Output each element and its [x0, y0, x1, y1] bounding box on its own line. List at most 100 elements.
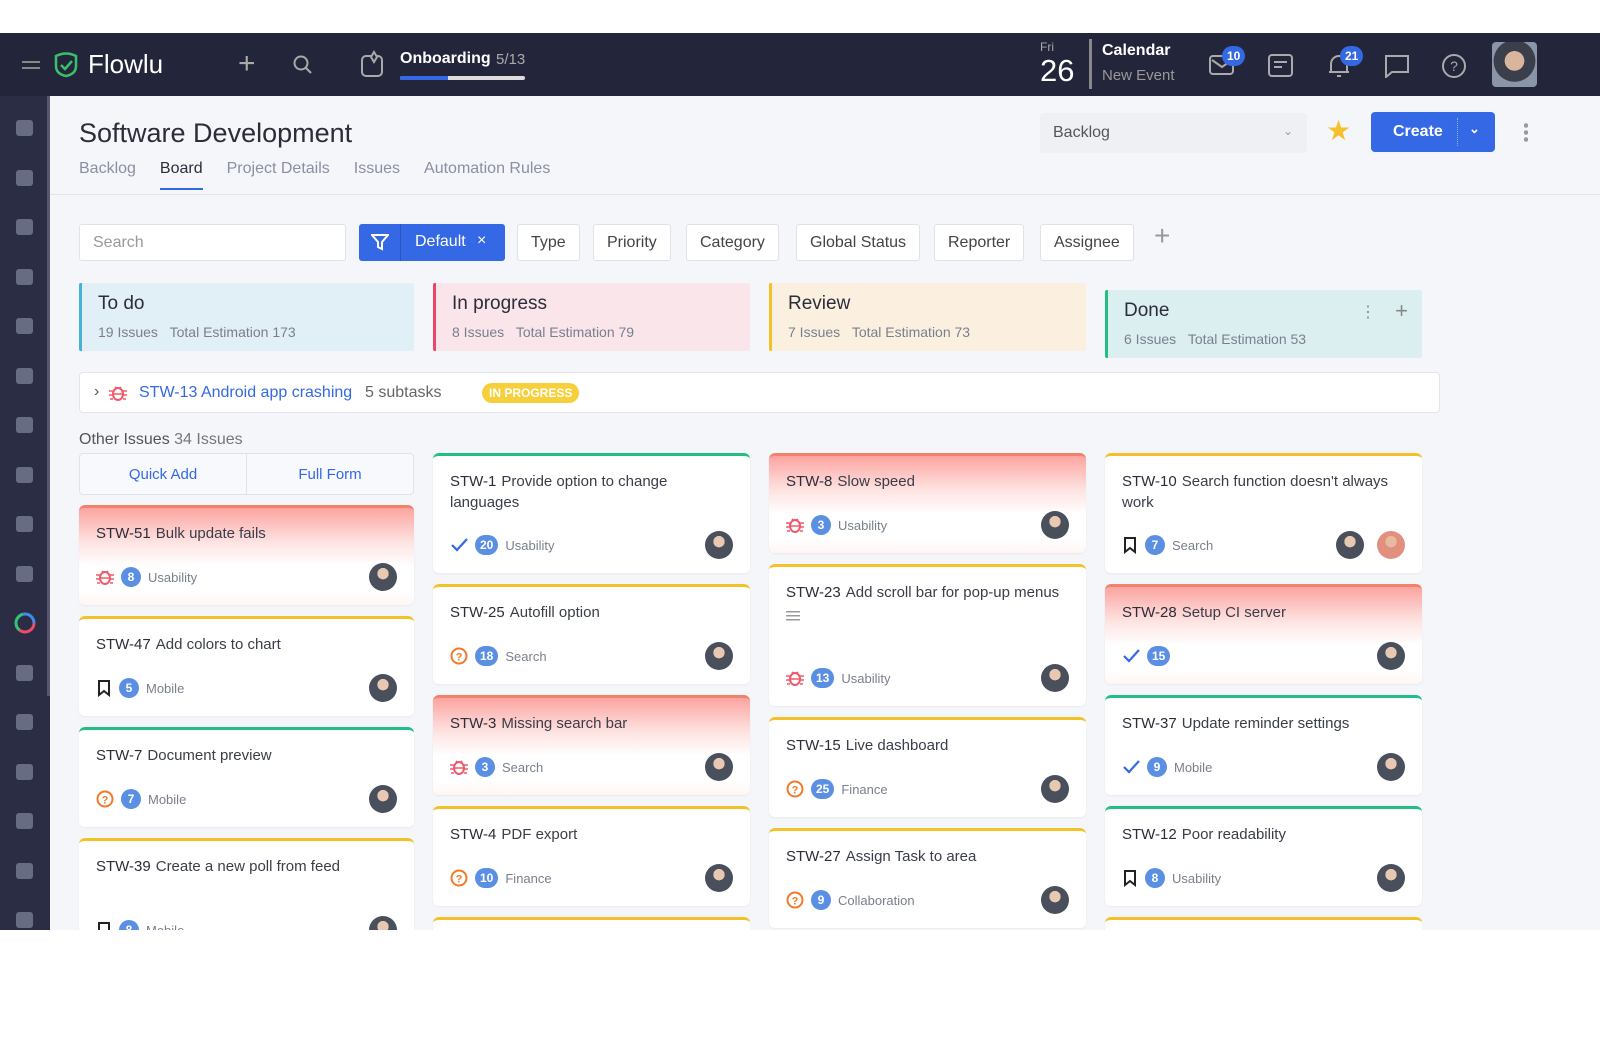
- sidebar-crm-icon[interactable]: [13, 215, 37, 239]
- assignee-avatar[interactable]: [1336, 531, 1364, 559]
- assignee-avatar[interactable]: [1041, 511, 1069, 539]
- issue-card-partial[interactable]: [1105, 917, 1422, 930]
- filter-priority[interactable]: Priority: [593, 224, 671, 261]
- issue-title[interactable]: STW-39 Create a new poll from feed: [96, 856, 397, 877]
- assignee-avatar[interactable]: [369, 785, 397, 813]
- issue-card[interactable]: STW-12 Poor readability 8 Usability: [1105, 806, 1422, 906]
- assignee-avatar[interactable]: [1377, 864, 1405, 892]
- issue-card[interactable]: STW-25 Autofill option ? 18 Search: [433, 584, 750, 684]
- tab-backlog[interactable]: Backlog: [79, 160, 136, 190]
- issue-card[interactable]: STW-23 Add scroll bar for pop-up menus 13…: [769, 564, 1086, 706]
- issue-title[interactable]: STW-28 Setup CI server: [1122, 602, 1405, 623]
- search-icon[interactable]: [293, 55, 313, 75]
- sidebar-issues-icon[interactable]: [13, 611, 37, 635]
- issue-title[interactable]: STW-51 Bulk update fails: [96, 523, 397, 544]
- sidebar-files-icon[interactable]: [13, 562, 37, 586]
- sidebar-projects-icon[interactable]: [13, 265, 37, 289]
- issue-card-partial[interactable]: [433, 917, 750, 930]
- calendar-link[interactable]: Calendar: [1102, 42, 1170, 60]
- assignee-avatar[interactable]: [1041, 886, 1069, 914]
- issue-title[interactable]: STW-25 Autofill option: [450, 602, 733, 623]
- issue-card[interactable]: STW-27 Assign Task to area ? 9 Collaboratio…: [769, 828, 1086, 928]
- issue-card[interactable]: STW-15 Live dashboard ? 25 Finance: [769, 717, 1086, 817]
- add-filter-icon[interactable]: +: [1154, 220, 1170, 252]
- filter-category[interactable]: Category: [686, 224, 779, 261]
- filter-reporter[interactable]: Reporter: [934, 224, 1025, 261]
- create-dropdown-icon[interactable]: ⌄: [1469, 121, 1480, 137]
- issue-title[interactable]: STW-15 Live dashboard: [786, 735, 1069, 756]
- issue-title[interactable]: STW-8 Slow speed: [786, 471, 1069, 492]
- default-filter-button[interactable]: Default ×: [359, 224, 505, 261]
- issue-title[interactable]: STW-23 Add scroll bar for pop-up menus: [786, 582, 1069, 603]
- sidebar-finance-icon[interactable]: [13, 760, 37, 784]
- parent-issue-link[interactable]: STW-13 Android app crashing: [139, 384, 352, 402]
- filter-assignee[interactable]: Assignee: [1040, 224, 1134, 261]
- assignee-avatar[interactable]: [369, 916, 397, 930]
- issue-title[interactable]: STW-27 Assign Task to area: [786, 846, 1069, 867]
- parent-issue-row[interactable]: › STW-13 Android app crashing 5 subtasks…: [79, 372, 1440, 413]
- tab-issues[interactable]: Issues: [354, 160, 400, 190]
- sidebar-users-icon[interactable]: [13, 463, 37, 487]
- sidebar-knowledge-icon[interactable]: [13, 413, 37, 437]
- create-button[interactable]: Create ⌄: [1371, 112, 1495, 152]
- assignee-avatar[interactable]: [1377, 753, 1405, 781]
- issue-card[interactable]: STW-4 PDF export ? 10 Finance: [433, 806, 750, 906]
- more-options-icon[interactable]: [1524, 122, 1528, 142]
- sidebar-links-icon[interactable]: [13, 364, 37, 388]
- onboarding-label[interactable]: Onboarding: [400, 50, 491, 68]
- assignee-avatar[interactable]: [1377, 642, 1405, 670]
- assignee-avatar[interactable]: [705, 642, 733, 670]
- issue-title[interactable]: STW-12 Poor readability: [1122, 824, 1405, 845]
- issue-card[interactable]: STW-1 Provide option to change languages …: [433, 453, 750, 573]
- sidebar-wiki-icon[interactable]: [13, 710, 37, 734]
- sidebar-goals-icon[interactable]: [13, 809, 37, 833]
- quick-add-button[interactable]: Quick Add: [80, 454, 247, 494]
- column-more-icon[interactable]: ⋮: [1360, 302, 1376, 322]
- filter-global-status[interactable]: Global Status: [796, 224, 921, 261]
- tab-automation-rules[interactable]: Automation Rules: [424, 160, 550, 190]
- assignee-avatar[interactable]: [705, 531, 733, 559]
- sidebar-dashboard-icon[interactable]: [13, 116, 37, 140]
- add-icon[interactable]: +: [238, 47, 256, 81]
- issue-card[interactable]: STW-37 Update reminder settings 9 Mobile: [1105, 695, 1422, 795]
- chat-icon[interactable]: [1384, 54, 1410, 78]
- issue-card[interactable]: STW-7 Document preview ? 7 Mobile: [79, 727, 414, 827]
- sidebar-chat-icon[interactable]: [13, 859, 37, 883]
- issue-card[interactable]: STW-28 Setup CI server 15: [1105, 584, 1422, 684]
- full-form-button[interactable]: Full Form: [247, 454, 413, 494]
- column-add-icon[interactable]: +: [1395, 298, 1408, 324]
- search-input[interactable]: Search: [79, 224, 346, 261]
- issue-card[interactable]: STW-47 Add colors to chart 5 Mobile: [79, 616, 414, 716]
- assignee-avatar[interactable]: [369, 674, 397, 702]
- issue-title[interactable]: STW-3 Missing search bar: [450, 713, 733, 734]
- issue-title[interactable]: STW-4 PDF export: [450, 824, 733, 845]
- sidebar-docs-icon[interactable]: [13, 512, 37, 536]
- favorite-star-icon[interactable]: ★: [1326, 114, 1351, 147]
- tab-project-details[interactable]: Project Details: [227, 160, 330, 190]
- menu-icon[interactable]: [22, 61, 40, 69]
- clear-filter-icon[interactable]: ×: [477, 232, 486, 250]
- new-event-link[interactable]: New Event: [1102, 67, 1175, 84]
- notes-icon[interactable]: [1268, 54, 1294, 78]
- sidebar-agile-icon[interactable]: [13, 661, 37, 685]
- issue-card[interactable]: STW-39 Create a new poll from feed 8 Mobil…: [79, 838, 414, 930]
- issue-title[interactable]: STW-10 Search function doesn't always wor…: [1122, 471, 1405, 513]
- assignee-avatar[interactable]: [705, 864, 733, 892]
- tab-board[interactable]: Board: [159, 160, 203, 190]
- assignee-avatar[interactable]: [1041, 664, 1069, 692]
- issue-title[interactable]: STW-47 Add colors to chart: [96, 634, 397, 655]
- issue-card[interactable]: STW-10 Search function doesn't always wor…: [1105, 453, 1422, 573]
- filter-type[interactable]: Type: [517, 224, 580, 261]
- assignee-avatar[interactable]: [705, 753, 733, 781]
- assignee-avatar[interactable]: [1377, 531, 1405, 559]
- sidebar-tasks-icon[interactable]: [13, 166, 37, 190]
- issue-card[interactable]: STW-8 Slow speed 3 Usability: [769, 453, 1086, 553]
- onboarding-icon[interactable]: [360, 50, 386, 78]
- view-select[interactable]: Backlog ⌄: [1040, 113, 1307, 153]
- issue-card[interactable]: STW-51 Bulk update fails 8 Usability: [79, 505, 414, 605]
- sidebar-team-icon[interactable]: [13, 314, 37, 338]
- sidebar-apps-icon[interactable]: [13, 908, 37, 930]
- assignee-avatar[interactable]: [369, 563, 397, 591]
- issue-card[interactable]: STW-3 Missing search bar 3 Search: [433, 695, 750, 795]
- user-avatar[interactable]: [1492, 42, 1537, 87]
